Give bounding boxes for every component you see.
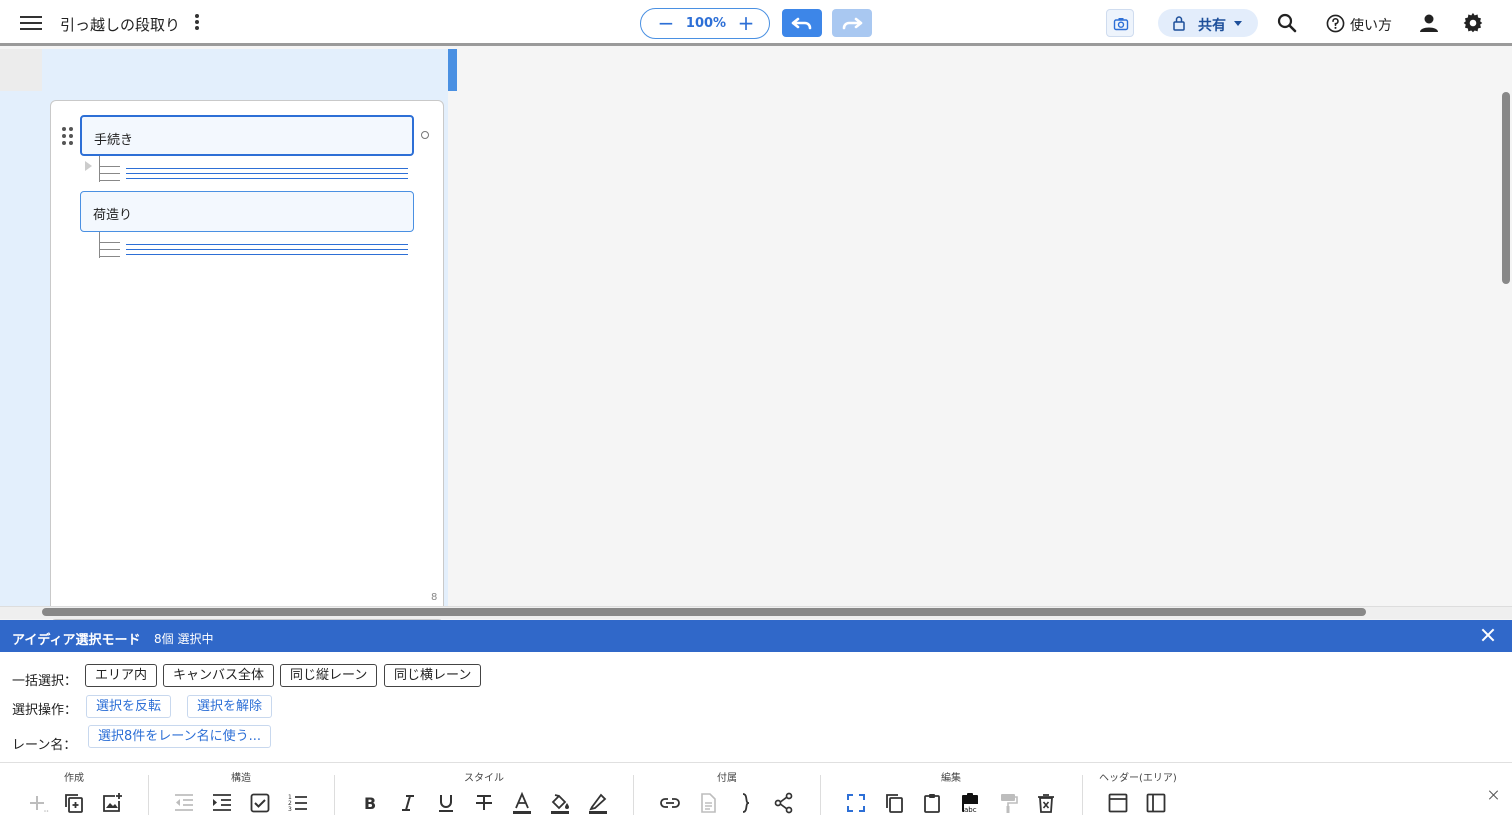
underline-icon[interactable] (434, 791, 458, 815)
redo-button[interactable] (832, 9, 872, 37)
use-as-lane-name-button[interactable]: 選択8件をレーン名に使う... (88, 725, 272, 748)
toolbar-divider (820, 775, 821, 815)
zoom-level: 100% (685, 16, 727, 31)
horizontal-scroll-thumb[interactable] (42, 608, 1366, 616)
header-column-icon[interactable] (1144, 791, 1168, 815)
selection-count: 8個 選択中 (154, 632, 214, 646)
toolbar-group-label: 付属 (717, 773, 737, 784)
gear-icon[interactable] (1462, 12, 1484, 38)
bold-icon[interactable]: B (358, 791, 382, 815)
fill-color-icon[interactable] (548, 791, 572, 815)
area-item-count: 8 (431, 592, 438, 603)
document-icon[interactable] (696, 791, 720, 815)
toolbar-group-label: 編集 (941, 773, 961, 784)
connector-handle-icon[interactable] (421, 131, 429, 139)
highlighter-icon[interactable] (586, 791, 610, 815)
screenshot-button[interactable] (1106, 9, 1134, 37)
select-whole-canvas-button[interactable]: キャンバス全体 (163, 664, 275, 687)
canvas[interactable]: 手続き 荷造り 8 (0, 49, 1512, 620)
note-lines[interactable] (126, 244, 408, 258)
drag-handle-icon[interactable] (62, 127, 74, 145)
svg-text:3: 3 (288, 806, 292, 813)
selection-mode-title: アイディア選択モード (12, 633, 141, 648)
share-node-icon[interactable] (772, 791, 796, 815)
user-icon[interactable] (1418, 12, 1440, 38)
zoom-in-button[interactable]: + (733, 11, 759, 37)
toolbar-divider (334, 775, 335, 815)
vertical-scroll-thumb[interactable] (1502, 92, 1510, 284)
app-header: 引っ越しの段取り − 100% + 共有 使い方 (0, 0, 1512, 46)
svg-text:B: B (364, 794, 376, 813)
selection-ops-label: 選択操作： (12, 703, 78, 718)
toolbar-close-icon[interactable] (1488, 789, 1500, 801)
select-in-area-button[interactable]: エリア内 (85, 664, 158, 687)
add-icon[interactable] (25, 791, 49, 815)
row-lane-strip[interactable] (0, 91, 42, 619)
undo-button[interactable] (782, 9, 822, 37)
search-icon[interactable] (1276, 12, 1298, 38)
outdent-icon[interactable] (172, 791, 196, 815)
paste-text-icon[interactable]: abc (958, 791, 982, 815)
idea-card-label: 荷造り (93, 208, 133, 223)
undo-icon (791, 17, 812, 30)
add-image-icon[interactable] (100, 791, 124, 815)
toolbar-divider (633, 775, 634, 815)
corner-cell (0, 49, 42, 91)
sub-items-icon (99, 232, 121, 258)
invert-selection-button[interactable]: 選択を反転 (86, 695, 172, 718)
bottom-toolbar: 作成 構造 スタイル 付属 編集 ヘッダー(エリア) 123 B abc (0, 762, 1512, 825)
header-row-icon[interactable] (1106, 791, 1130, 815)
strikethrough-icon[interactable] (472, 791, 496, 815)
share-label: 共有 (1198, 18, 1226, 34)
expand-triangle-icon[interactable] (85, 161, 92, 171)
format-paint-icon[interactable] (996, 791, 1020, 815)
text-color-icon[interactable] (510, 791, 534, 815)
menu-icon[interactable] (20, 13, 42, 33)
selection-mode-bar: アイディア選択モード 8個 選択中 (0, 620, 1512, 652)
toolbar-group-label: ヘッダー(エリア) (1099, 773, 1177, 784)
link-icon[interactable] (658, 791, 682, 815)
lane-header-selection-bar (448, 49, 457, 91)
help-label: 使い方 (1350, 18, 1392, 34)
toolbar-group-label: スタイル (464, 773, 504, 784)
checkbox-icon[interactable] (248, 791, 272, 815)
idea-card-label: 手続き (94, 133, 134, 148)
toolbar-group-label: 構造 (231, 773, 251, 784)
select-same-row-lane-button[interactable]: 同じ横レーン (384, 664, 482, 687)
delete-icon[interactable] (1034, 791, 1058, 815)
brace-icon[interactable] (734, 791, 758, 815)
caret-down-icon (1234, 21, 1242, 26)
sub-items-icon (99, 156, 121, 182)
zoom-control: − 100% + (640, 8, 770, 39)
toolbar-divider (1082, 775, 1083, 815)
clear-selection-button[interactable]: 選択を解除 (187, 695, 273, 718)
lock-icon (1173, 16, 1185, 31)
redo-icon (842, 17, 863, 30)
toolbar-divider (148, 775, 149, 815)
camera-icon (1113, 18, 1129, 31)
help-icon (1326, 14, 1345, 33)
idea-card[interactable]: 手続き (80, 115, 414, 156)
paste-icon[interactable] (920, 791, 944, 815)
lane-header[interactable] (42, 49, 448, 91)
select-frame-icon[interactable] (844, 791, 868, 815)
close-icon[interactable] (1480, 627, 1496, 643)
lane-name-label: レーン名： (12, 738, 77, 753)
svg-text:abc: abc (964, 806, 977, 814)
toolbar-group-label: 作成 (64, 773, 84, 784)
selection-panel: 一括選択： エリア内 キャンバス全体 同じ縦レーン 同じ横レーン 選択操作： 選… (0, 652, 1512, 762)
document-title[interactable]: 引っ越しの段取り (60, 14, 180, 35)
zoom-out-button[interactable]: − (653, 11, 679, 37)
indent-icon[interactable] (210, 791, 234, 815)
duplicate-icon[interactable] (62, 791, 86, 815)
italic-icon[interactable] (396, 791, 420, 815)
idea-card[interactable]: 荷造り (80, 191, 414, 232)
bulk-select-label: 一括選択： (12, 674, 78, 689)
more-options-icon[interactable] (193, 14, 201, 32)
share-button[interactable]: 共有 (1158, 9, 1258, 37)
note-lines[interactable] (126, 168, 408, 182)
select-same-column-lane-button[interactable]: 同じ縦レーン (280, 664, 378, 687)
numbered-list-icon[interactable]: 123 (286, 791, 310, 815)
copy-icon[interactable] (882, 791, 906, 815)
